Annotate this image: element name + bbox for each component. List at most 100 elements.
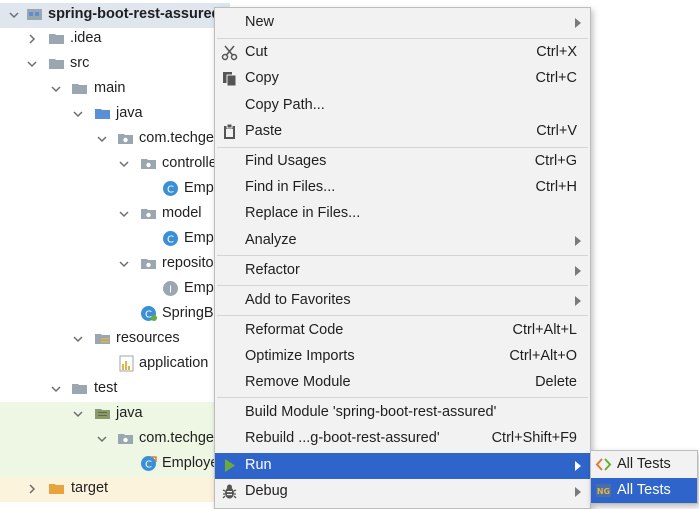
menu-item-refactor[interactable]: Refactor bbox=[215, 258, 590, 284]
menu-item-new[interactable]: New bbox=[215, 10, 590, 36]
module-folder-icon bbox=[27, 9, 42, 20]
submenu-arrow-icon bbox=[575, 487, 581, 497]
menu-item-remove-module[interactable]: Remove Module Delete bbox=[215, 370, 590, 396]
tree-item-label: com.techge bbox=[139, 430, 214, 446]
tree-item-java-main[interactable]: java bbox=[0, 102, 230, 127]
tree-item-employee-controller[interactable]: C Emp bbox=[0, 177, 230, 202]
submenu-arrow-icon bbox=[575, 461, 581, 471]
tree-item-test-package[interactable]: com.techge bbox=[0, 427, 230, 452]
menu-item-reformat-code[interactable]: Reformat Code Ctrl+Alt+L bbox=[215, 318, 590, 344]
chevron-down-icon[interactable] bbox=[116, 256, 132, 272]
chevron-down-icon[interactable] bbox=[116, 156, 132, 172]
tree-item-main[interactable]: main bbox=[0, 77, 230, 102]
package-icon bbox=[141, 259, 156, 269]
menu-item-paste[interactable]: Paste Ctrl+V bbox=[215, 119, 590, 145]
menu-item-debug[interactable]: Debug bbox=[215, 479, 590, 505]
tree-item-repository[interactable]: reposito bbox=[0, 252, 230, 277]
tree-item-java-test[interactable]: java bbox=[0, 402, 230, 427]
tree-item-spring-app[interactable]: C SpringB bbox=[0, 302, 230, 327]
tree-item-label: resources bbox=[116, 330, 180, 346]
tree-item-target[interactable]: target bbox=[0, 477, 230, 502]
class-icon: C bbox=[163, 231, 178, 246]
chevron-down-icon[interactable] bbox=[70, 406, 86, 422]
tree-item-label: Emp bbox=[184, 280, 214, 296]
menu-separator bbox=[217, 147, 588, 148]
svg-text:C: C bbox=[145, 310, 152, 321]
tree-item-resources[interactable]: resources bbox=[0, 327, 230, 352]
tree-item-employee-repository[interactable]: I Emp bbox=[0, 277, 230, 302]
tree-item-test[interactable]: test bbox=[0, 377, 230, 402]
menu-separator bbox=[217, 285, 588, 286]
testng-icon: NG bbox=[596, 484, 611, 497]
menu-item-cut[interactable]: Cut Ctrl+X bbox=[215, 40, 590, 66]
tree-item-label: controlle bbox=[162, 155, 217, 171]
menu-item-label: Refactor bbox=[245, 262, 300, 278]
menu-item-replace-in-files[interactable]: Replace in Files... bbox=[215, 201, 590, 227]
chevron-right-icon[interactable] bbox=[24, 481, 40, 497]
menu-item-optimize-imports[interactable]: Optimize Imports Ctrl+Alt+O bbox=[215, 344, 590, 370]
chevron-down-icon[interactable] bbox=[116, 206, 132, 222]
menu-item-run[interactable]: Run bbox=[215, 453, 590, 479]
svg-text:NG: NG bbox=[597, 487, 610, 496]
test-source-folder-icon bbox=[95, 409, 110, 419]
package-icon bbox=[118, 134, 133, 144]
tree-item-label: Employe bbox=[162, 455, 219, 471]
menu-item-label: Copy Path... bbox=[245, 97, 325, 113]
tree-item-idea[interactable]: .idea bbox=[0, 27, 230, 52]
menu-item-shortcut: Ctrl+Shift+F9 bbox=[491, 430, 577, 446]
menu-item-copy[interactable]: Copy Ctrl+C bbox=[215, 66, 590, 92]
folder-icon bbox=[49, 34, 64, 44]
tree-item-application-properties[interactable]: application bbox=[0, 352, 230, 377]
chevron-right-icon[interactable] bbox=[24, 31, 40, 47]
menu-item-analyze[interactable]: Analyze bbox=[215, 228, 590, 254]
run-submenu: All Tests NG All Tests bbox=[590, 450, 698, 504]
chevron-down-icon[interactable] bbox=[94, 131, 110, 147]
menu-item-shortcut: Ctrl+X bbox=[536, 44, 577, 60]
menu-item-add-to-favorites[interactable]: Add to Favorites bbox=[215, 288, 590, 314]
submenu-arrow-icon bbox=[575, 18, 581, 28]
tree-item-label: model bbox=[162, 205, 202, 221]
chevron-down-icon[interactable] bbox=[48, 381, 64, 397]
menu-item-copy-path[interactable]: Copy Path... bbox=[215, 93, 590, 119]
package-icon bbox=[118, 434, 133, 444]
menu-item-find-usages[interactable]: Find Usages Ctrl+G bbox=[215, 149, 590, 175]
menu-item-shortcut: Ctrl+H bbox=[535, 179, 578, 195]
chevron-down-icon[interactable] bbox=[48, 81, 64, 97]
tree-item-label: reposito bbox=[162, 255, 214, 271]
menu-item-shortcut: Ctrl+Alt+O bbox=[509, 348, 577, 364]
menu-item-rebuild[interactable]: Rebuild ...g-boot-rest-assured' Ctrl+Shi… bbox=[215, 426, 590, 452]
chevron-down-icon[interactable] bbox=[6, 7, 22, 23]
tree-item-label: target bbox=[71, 480, 109, 496]
class-icon: C bbox=[163, 181, 178, 196]
tree-item-label: Emp bbox=[184, 180, 214, 196]
chevron-down-icon[interactable] bbox=[70, 331, 86, 347]
tree-item-label: main bbox=[94, 80, 126, 96]
menu-item-find-in-files[interactable]: Find in Files... Ctrl+H bbox=[215, 175, 590, 201]
tree-item-employee-test[interactable]: C Employe bbox=[0, 452, 230, 477]
menu-item-label: Analyze bbox=[245, 232, 297, 248]
tree-item-controller[interactable]: controlle bbox=[0, 152, 230, 177]
tree-item-employee-model[interactable]: C Emp bbox=[0, 227, 230, 252]
submenu-item-all-tests-junit[interactable]: All Tests bbox=[591, 452, 697, 477]
svg-text:I: I bbox=[169, 285, 172, 296]
chevron-down-icon[interactable] bbox=[94, 431, 110, 447]
tree-item-label: java bbox=[116, 405, 143, 421]
chevron-down-icon[interactable] bbox=[24, 56, 40, 72]
package-icon bbox=[141, 159, 156, 169]
debug-icon bbox=[222, 484, 237, 499]
chevron-down-icon[interactable] bbox=[70, 106, 86, 122]
tree-item-src[interactable]: src bbox=[0, 52, 230, 77]
menu-separator bbox=[217, 315, 588, 316]
menu-item-build-module[interactable]: Build Module 'spring-boot-rest-assured' bbox=[215, 400, 590, 426]
tree-item-label: java bbox=[116, 105, 143, 121]
menu-item-label: Build Module 'spring-boot-rest-assured' bbox=[245, 404, 497, 420]
tree-item-label: src bbox=[70, 55, 90, 71]
tree-item-model[interactable]: model bbox=[0, 202, 230, 227]
tree-item-package[interactable]: com.techge bbox=[0, 127, 230, 152]
submenu-item-all-tests-testng[interactable]: NG All Tests bbox=[591, 478, 697, 503]
tree-item-label: Emp bbox=[184, 230, 214, 246]
tree-item-label: test bbox=[94, 380, 118, 396]
tree-item-root-module[interactable]: spring-boot-rest-assured bbox=[0, 3, 230, 28]
folder-icon bbox=[49, 59, 64, 69]
menu-separator bbox=[217, 255, 588, 256]
